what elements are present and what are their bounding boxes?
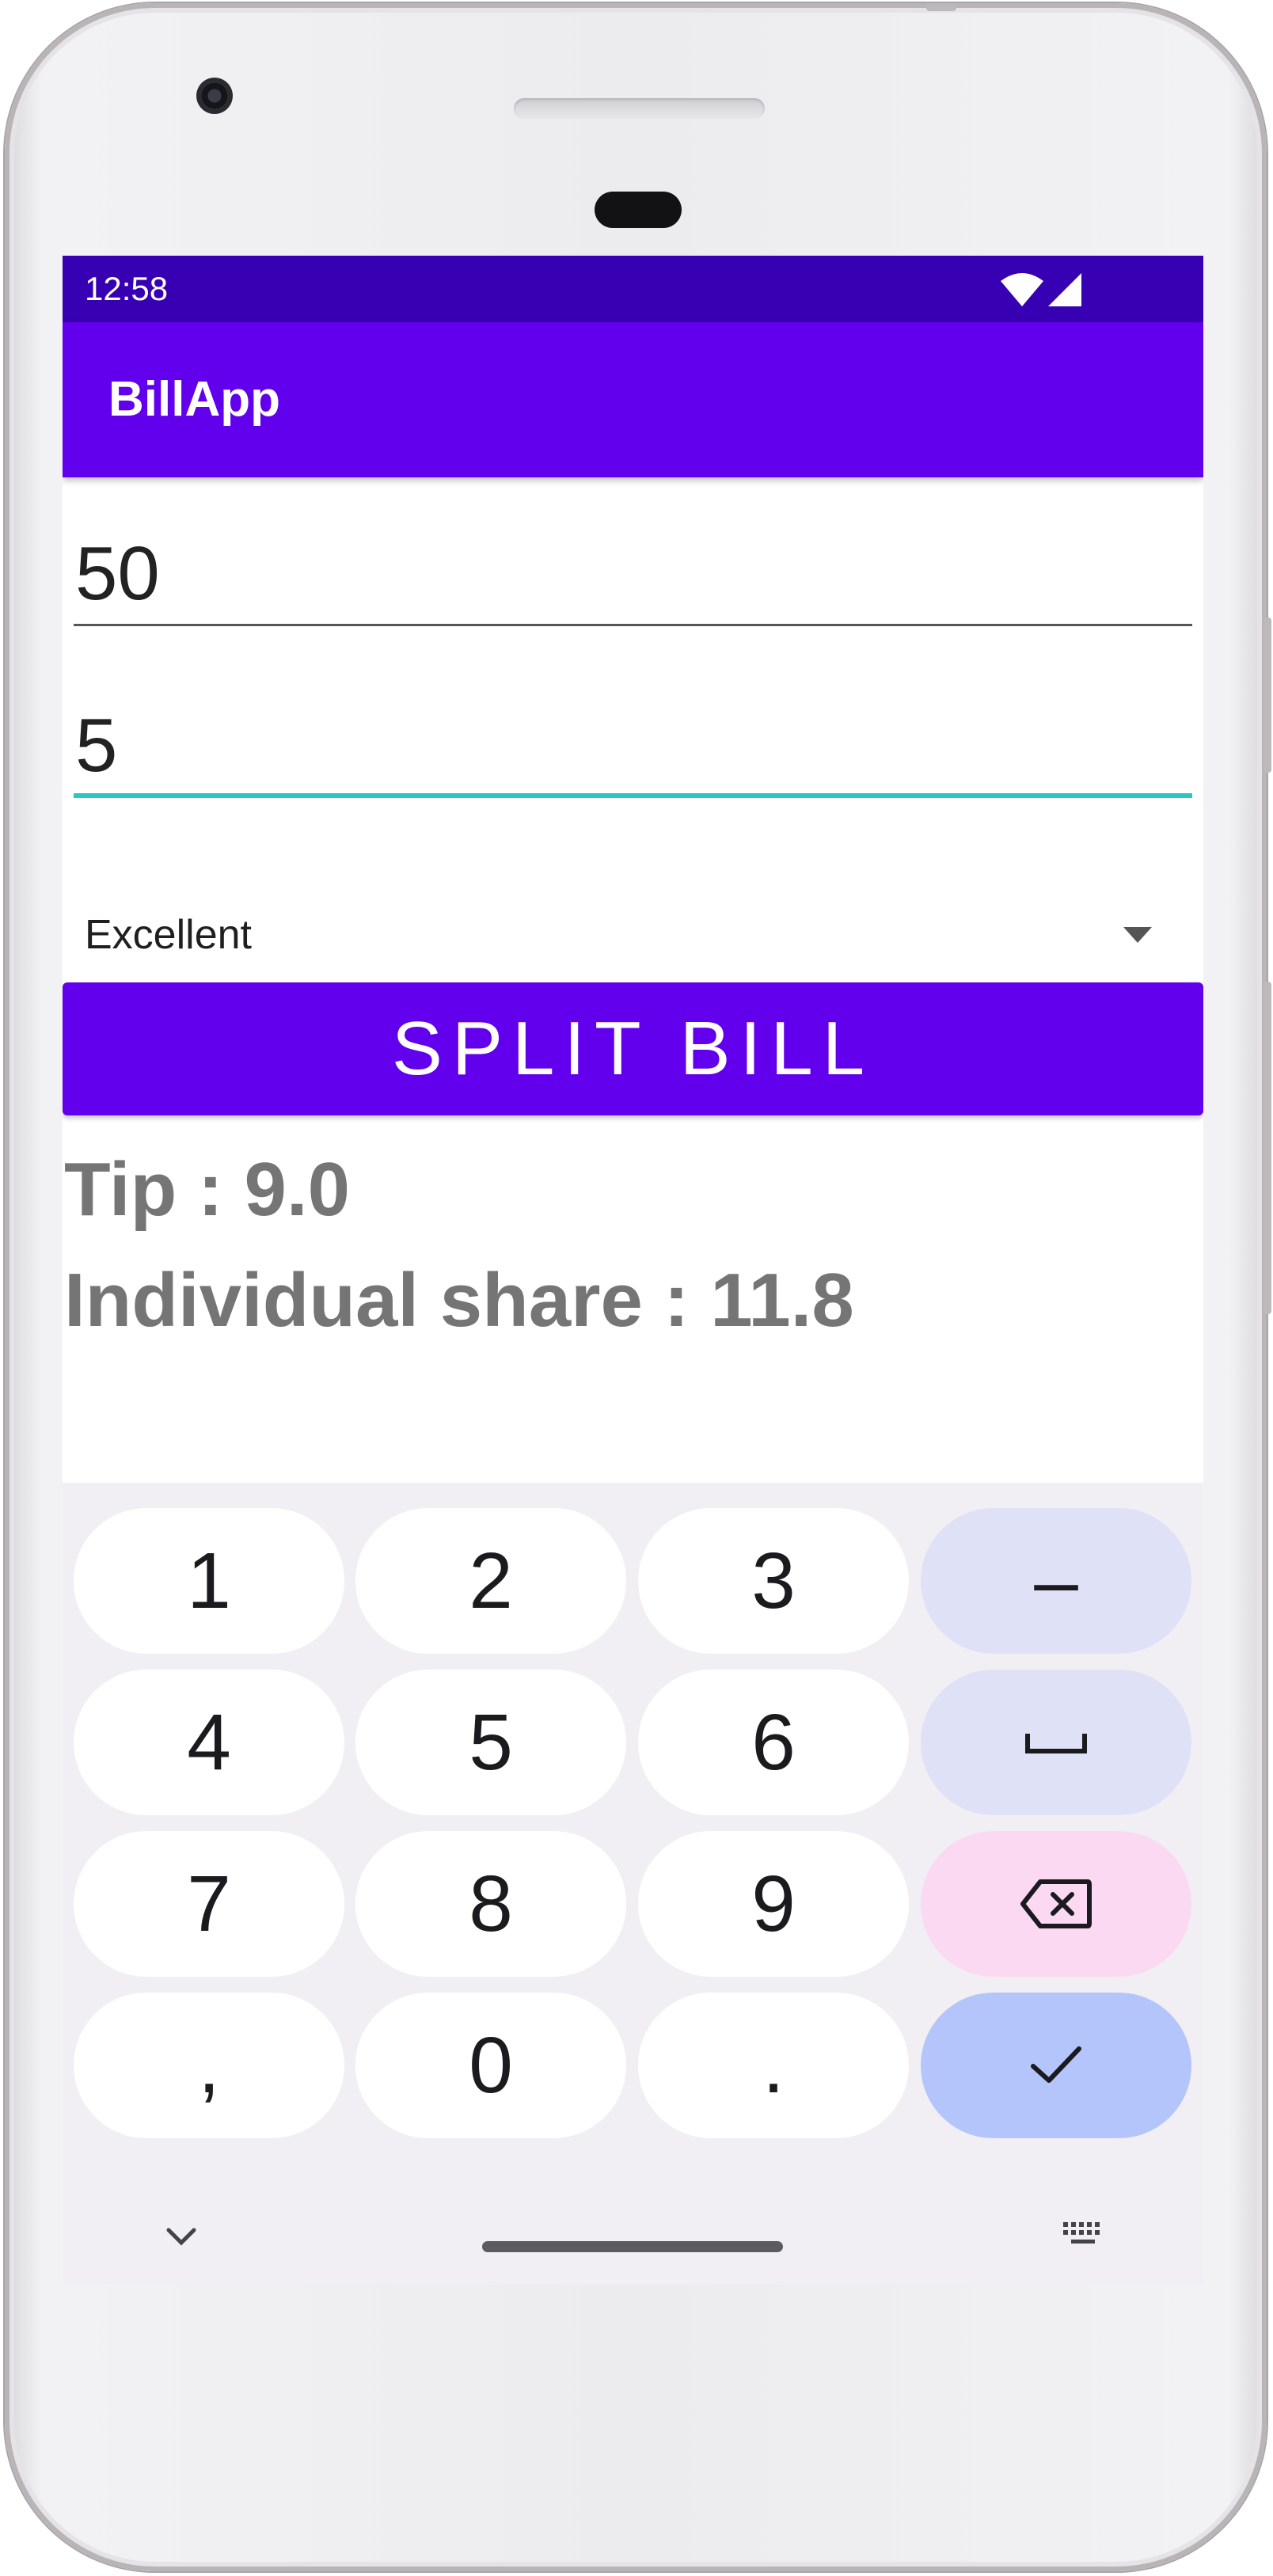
people-count-field[interactable]: 5: [74, 687, 1192, 798]
backspace-key[interactable]: [921, 1831, 1191, 1977]
people-count-value: 5: [75, 703, 118, 788]
keyboard-icon[interactable]: [1062, 2221, 1106, 2247]
bill-amount-value: 50: [75, 531, 160, 616]
key-8[interactable]: 8: [355, 1831, 626, 1977]
tip-result: Tip : 9.0: [64, 1147, 350, 1232]
earpiece-speaker: [514, 98, 765, 119]
key-1[interactable]: 1: [74, 1508, 344, 1654]
home-gesture-handle[interactable]: [482, 2241, 783, 2252]
chevron-down-icon[interactable]: [165, 2227, 197, 2246]
service-rating-value: Excellent: [85, 912, 252, 958]
key-period[interactable]: .: [638, 1993, 909, 2138]
key-3[interactable]: 3: [638, 1508, 909, 1654]
key-4[interactable]: 4: [74, 1670, 344, 1815]
field-underline: [74, 624, 1192, 626]
key-2[interactable]: 2: [355, 1508, 626, 1654]
app-title: BillApp: [108, 372, 280, 427]
key-0[interactable]: 0: [355, 1993, 626, 2138]
status-bar: 12:58: [63, 256, 1203, 322]
service-rating-spinner[interactable]: Excellent: [85, 895, 1193, 967]
field-underline-focused: [74, 793, 1192, 798]
backspace-icon: [1020, 1879, 1092, 1928]
volume-button: [1264, 982, 1271, 1314]
key-7[interactable]: 7: [74, 1831, 344, 1977]
device-screen: 12:58 BillApp 50 5 Excellent SPLIT BILL …: [63, 256, 1203, 2285]
bill-amount-field[interactable]: 50: [74, 515, 1192, 626]
status-time: 12:58: [85, 270, 169, 307]
status-icons: [999, 272, 1086, 308]
key-minus[interactable]: –: [921, 1508, 1191, 1654]
space-key[interactable]: [921, 1670, 1191, 1815]
numeric-keyboard: 1 2 3 – 4 5 6 7 8 9 , 0 .: [63, 1483, 1203, 2285]
key-6[interactable]: 6: [638, 1670, 909, 1815]
power-button: [1264, 617, 1271, 773]
key-5[interactable]: 5: [355, 1670, 626, 1815]
space-icon: [1025, 1734, 1087, 1753]
checkmark-icon: [1031, 2046, 1081, 2083]
key-9[interactable]: 9: [638, 1831, 909, 1977]
split-bill-button[interactable]: SPLIT BILL: [63, 982, 1203, 1115]
proximity-sensor: [595, 192, 682, 228]
dropdown-arrow-icon: [1123, 927, 1152, 943]
individual-share-result: Individual share : 11.8: [64, 1258, 854, 1343]
top-edge-button: [926, 3, 956, 11]
key-comma[interactable]: ,: [74, 1993, 344, 2138]
wifi-icon: [1001, 273, 1043, 306]
cell-signal-icon: [1048, 273, 1081, 306]
app-bar: BillApp: [63, 322, 1203, 477]
front-camera: [201, 82, 228, 109]
done-key[interactable]: [921, 1993, 1191, 2138]
